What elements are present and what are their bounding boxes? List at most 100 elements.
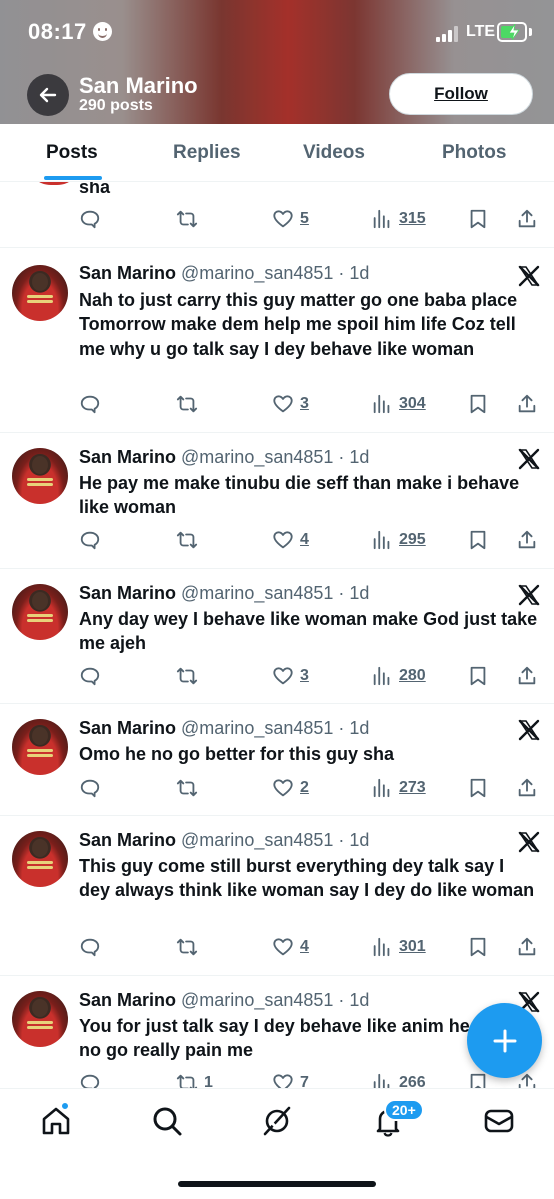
like-button[interactable]: 4 [272,527,309,553]
post-handle[interactable]: @marino_san4851 [181,718,333,738]
retweet-button[interactable] [176,934,198,960]
views-button[interactable]: 273 [371,775,426,801]
reply-button[interactable] [79,391,101,417]
share-button[interactable] [516,391,538,417]
like-icon [273,667,293,685]
tab-photos[interactable]: Photos [442,142,506,164]
views-button[interactable]: 315 [371,206,426,232]
bookmark-button[interactable] [467,663,489,689]
views-button[interactable]: 304 [371,391,426,417]
post-handle[interactable]: @marino_san4851 [181,990,333,1010]
share-icon [518,778,536,797]
like-button[interactable]: 7 [272,1070,309,1088]
follow-button[interactable]: Follow [389,73,533,115]
tab-replies[interactable]: Replies [173,142,241,164]
views-icon [373,778,390,798]
views-button[interactable]: 266 [371,1070,426,1088]
reply-button[interactable] [79,934,101,960]
tab-posts[interactable]: Posts [46,142,98,164]
like-button[interactable]: 4 [272,934,309,960]
bookmark-button[interactable] [467,206,489,232]
views-icon [373,1073,390,1088]
post-handle[interactable]: @marino_san4851 [181,263,333,283]
avatar[interactable] [12,719,68,775]
avatar[interactable] [12,831,68,887]
bookmark-button[interactable] [467,527,489,553]
retweet-button[interactable] [176,206,198,232]
retweet-button[interactable] [176,775,198,801]
post-author[interactable]: San Marino [79,830,176,850]
avatar[interactable] [12,991,68,1047]
post-item[interactable]: San Marino @marino_san4851 · 1d Any day … [0,569,554,704]
post-text: sha [79,182,111,197]
views-count: 266 [399,1074,426,1088]
notifications-badge: 20+ [384,1099,424,1121]
post-item[interactable]: San Marino @marino_san4851 · 1d Nah to j… [0,248,554,433]
like-count: 3 [300,395,309,412]
like-button[interactable]: 3 [272,663,309,689]
reply-button[interactable] [79,206,101,232]
bookmark-icon [470,937,486,957]
post-meta: San Marino @marino_san4851 · 1d [79,830,369,851]
views-icon [373,394,390,414]
like-button[interactable]: 2 [272,775,309,801]
share-button[interactable] [516,775,538,801]
home-indicator[interactable] [178,1181,376,1187]
grok-icon[interactable] [261,1105,293,1137]
back-arrow-icon [39,87,57,103]
retweet-button[interactable]: 1 [176,1070,213,1088]
reply-button[interactable] [79,527,101,553]
back-button[interactable] [27,74,69,116]
reply-button[interactable] [79,775,101,801]
post-meta: San Marino @marino_san4851 · 1d [79,263,369,284]
post-item[interactable]: San Marino @marino_san4851 · 1d Omo he n… [0,704,554,816]
post-author[interactable]: San Marino [79,447,176,467]
reply-icon [80,395,100,414]
share-button[interactable] [516,206,538,232]
avatar[interactable] [12,584,68,640]
search-icon[interactable] [151,1105,183,1137]
post-handle[interactable]: @marino_san4851 [181,830,333,850]
post-author[interactable]: San Marino [79,263,176,283]
avatar[interactable] [12,265,68,321]
bookmark-button[interactable] [467,775,489,801]
post-actions: 3 280 [0,663,554,689]
retweet-button[interactable] [176,663,198,689]
post-item[interactable]: San Marino @marino_san4851 · 1d This guy… [0,816,554,976]
share-button[interactable] [516,934,538,960]
bookmark-button[interactable] [467,391,489,417]
share-icon [518,530,536,549]
post-time: · 1d [338,447,370,467]
reply-button[interactable] [79,663,101,689]
post-author[interactable]: San Marino [79,990,176,1010]
reply-button[interactable] [79,1070,101,1088]
views-button[interactable]: 280 [371,663,426,689]
messages-icon[interactable] [483,1105,515,1137]
bookmark-icon [470,666,486,686]
post-author[interactable]: San Marino [79,718,176,738]
views-button[interactable]: 301 [371,934,426,960]
like-icon [273,1074,293,1088]
share-button[interactable] [516,663,538,689]
retweet-button[interactable] [176,527,198,553]
like-button[interactable]: 5 [272,206,309,232]
avatar[interactable] [26,182,82,185]
bookmark-icon [470,1073,486,1088]
like-icon [273,531,293,549]
tab-videos[interactable]: Videos [303,142,365,164]
views-button[interactable]: 295 [371,527,426,553]
avatar[interactable] [12,448,68,504]
post-author[interactable]: San Marino [79,583,176,603]
post-item[interactable]: San Marino @marino_san4851 · 1d He pay m… [0,433,554,569]
views-icon [373,209,390,229]
compose-button[interactable] [467,1003,542,1078]
post-partial[interactable]: sha 5 315 [0,182,554,248]
retweet-button[interactable] [176,391,198,417]
bookmark-button[interactable] [467,934,489,960]
like-count: 5 [300,210,309,227]
post-handle[interactable]: @marino_san4851 [181,447,333,467]
post-count: 290 posts [79,97,153,114]
share-button[interactable] [516,527,538,553]
post-handle[interactable]: @marino_san4851 [181,583,333,603]
like-button[interactable]: 3 [272,391,309,417]
